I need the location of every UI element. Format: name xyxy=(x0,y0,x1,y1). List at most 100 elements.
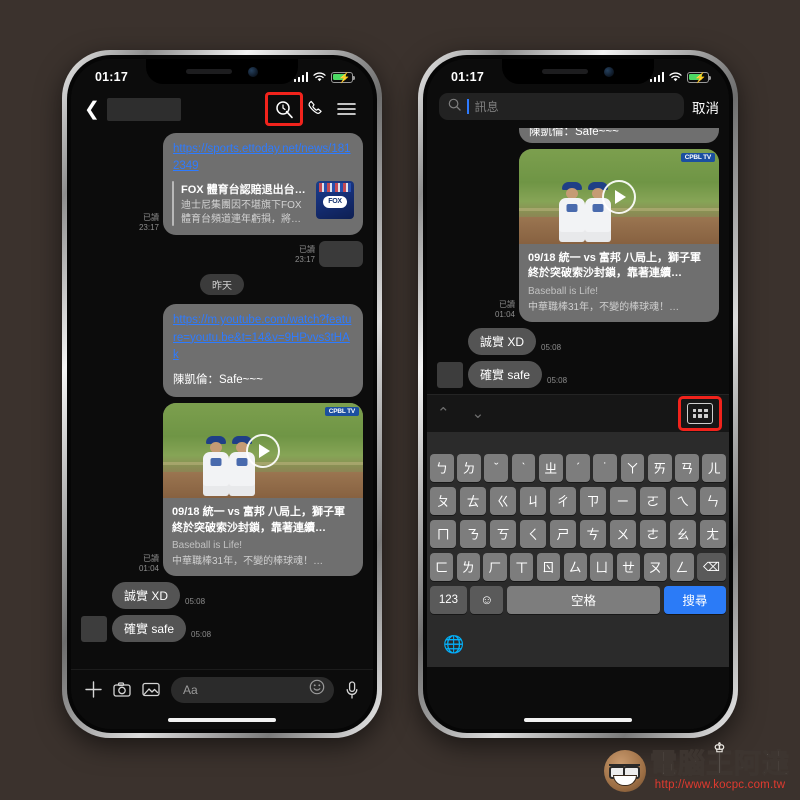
key[interactable]: ㄦ xyxy=(702,453,727,482)
key[interactable]: ㄝ xyxy=(616,552,641,581)
key[interactable]: ㄜ xyxy=(639,519,667,548)
key[interactable]: ㄕ xyxy=(549,519,577,548)
key[interactable]: ㄢ xyxy=(675,453,699,482)
day-divider: 昨天 xyxy=(81,274,363,296)
key[interactable]: ㄡ xyxy=(643,552,667,581)
key[interactable]: ㄆ xyxy=(429,486,457,515)
key[interactable]: ㄑ xyxy=(519,519,547,548)
site-watermark: ♔ 電腦王阿達 http://www.kocpc.com.tw xyxy=(604,741,790,792)
key[interactable]: ㄙ xyxy=(563,552,587,581)
glasses-icon xyxy=(609,764,640,779)
image-gallery-icon[interactable] xyxy=(142,682,160,697)
chevron-down-icon[interactable]: ⌄ xyxy=(472,404,485,422)
keyboard-row-1: ㄅ ㄉ ˇ ˋ ㄓ ˊ ˙ ㄚ ㄞ ㄢ ㄦ xyxy=(429,453,727,482)
smiley-icon[interactable] xyxy=(309,679,325,700)
key[interactable]: ㄍ xyxy=(489,486,517,515)
key[interactable]: ㄤ xyxy=(699,519,727,548)
link-preview-card[interactable]: https://sports.ettoday.net/news/1812349 … xyxy=(163,133,363,236)
key[interactable]: ㄞ xyxy=(647,453,672,482)
key[interactable]: ㄠ xyxy=(669,519,697,548)
chat-message-list[interactable]: 已讀 23:17 https://sports.ettoday.net/news… xyxy=(71,129,373,669)
play-button-icon[interactable] xyxy=(246,433,280,468)
left-status-indicators: ⚡ xyxy=(293,71,356,84)
key[interactable]: ㄐ xyxy=(519,486,547,515)
contact-name-redacted xyxy=(107,97,181,121)
key[interactable]: ㄧ xyxy=(609,486,637,515)
right-phone-device: 01:17 ⚡ 訊息 取消 陳凱倫：Safe~~~ 已讀 01:04 CPBL … xyxy=(418,50,738,738)
key[interactable]: ㄘ xyxy=(579,519,607,548)
key[interactable]: ㄉ xyxy=(457,453,481,482)
left-phone-bezel: 01:17 ⚡ ❮ 已讀 23:17 https://sports.ettoda… xyxy=(67,55,377,733)
key[interactable]: ㄩ xyxy=(590,552,614,581)
key[interactable]: ㄋ xyxy=(459,519,487,548)
key[interactable]: ㄚ xyxy=(620,453,645,482)
key[interactable]: ˇ xyxy=(484,453,509,482)
link-url[interactable]: https://sports.ettoday.net/news/1812349 xyxy=(173,143,351,172)
video-title: 09/18 統一 vs 富邦 八局上，獅子軍終於突破索沙封鎖，靠著連續… xyxy=(528,252,701,280)
read-status: 已讀 xyxy=(299,245,315,255)
play-button-icon[interactable] xyxy=(602,179,636,214)
key[interactable]: ㄛ xyxy=(639,486,667,515)
message-row-video-card: 已讀 01:04 CPBL TV 09/18 統一 vs 富邦 八局上，獅子軍終… xyxy=(81,403,363,577)
hamburger-menu-icon[interactable] xyxy=(331,94,361,124)
video-title: 09/18 統一 vs 富邦 八局上，獅子軍終於突破索沙封鎖，靠著連續… xyxy=(172,506,345,534)
smiley-icon[interactable]: ☺ xyxy=(470,585,504,614)
key[interactable]: ˋ xyxy=(511,453,536,482)
key[interactable]: ㄌ xyxy=(456,552,480,581)
key[interactable]: ㄎ xyxy=(489,519,517,548)
video-card-meta: 09/18 統一 vs 富邦 八局上，獅子軍終於突破索沙封鎖，靠著連續… Bas… xyxy=(519,244,719,322)
notch xyxy=(502,59,654,84)
numeric-key[interactable]: 123 xyxy=(430,585,467,614)
back-button[interactable]: ❮ xyxy=(81,100,103,119)
message-meta: 已讀 01:04 xyxy=(495,300,515,320)
key[interactable]: ㄒ xyxy=(510,552,534,581)
key[interactable]: ˊ xyxy=(566,453,590,482)
mouth-shape xyxy=(613,775,637,786)
link-url-text[interactable]: https://sports.ettoday.net/news/1812349 xyxy=(163,133,363,178)
chevron-up-icon[interactable]: ⌃ xyxy=(437,404,450,422)
home-indicator[interactable] xyxy=(524,718,632,722)
search-key[interactable]: 搜尋 xyxy=(663,585,726,614)
right-chat-area[interactable]: 陳凱倫：Safe~~~ 已讀 01:04 CPBL TV 09/18 統一 vs… xyxy=(427,127,729,729)
camera-icon[interactable] xyxy=(113,682,131,697)
backspace-icon[interactable]: ⌫ xyxy=(697,552,727,581)
key[interactable]: ㄏ xyxy=(483,552,507,581)
space-key[interactable]: 空格 xyxy=(506,585,661,614)
home-indicator[interactable] xyxy=(168,718,276,722)
key[interactable]: ㄥ xyxy=(670,552,694,581)
earpiece-speaker xyxy=(186,69,232,74)
key[interactable]: ㄓ xyxy=(538,453,563,482)
cancel-button[interactable]: 取消 xyxy=(692,97,719,117)
search-icon[interactable] xyxy=(265,92,303,126)
message-row-video-card: 已讀 01:04 CPBL TV 09/18 統一 vs 富邦 八局上，獅子軍終… xyxy=(437,149,719,322)
plus-icon[interactable] xyxy=(85,681,102,698)
video-thumbnail[interactable]: CPBL TV xyxy=(519,149,719,244)
microphone-icon[interactable] xyxy=(345,680,359,699)
key[interactable]: ㄗ xyxy=(579,486,607,515)
key[interactable]: ㄅ xyxy=(429,453,454,482)
avatar[interactable] xyxy=(81,616,107,643)
zhuyin-keyboard[interactable]: ㄅ ㄉ ˇ ˋ ㄓ ˊ ˙ ㄚ ㄞ ㄢ ㄦ ㄆ ㄊ ㄍ ㄐ ㄔ ㄗ ㄧ ㄛ ㄟ … xyxy=(427,431,729,623)
key[interactable]: ㄖ xyxy=(536,552,560,581)
message-row-incoming-group: 誠實 XD 05:08 確實 safe 05:08 xyxy=(437,327,719,388)
video-preview-card[interactable]: CPBL TV 09/18 統一 vs 富邦 八局上，獅子軍終於突破索沙封鎖，靠… xyxy=(163,403,363,577)
key[interactable]: ˙ xyxy=(593,453,618,482)
key[interactable]: ㄟ xyxy=(669,486,697,515)
message-bubble-outgoing[interactable]: https://m.youtube.com/watch?feature=yout… xyxy=(163,304,363,398)
search-input[interactable]: 訊息 xyxy=(439,93,684,120)
avatar[interactable] xyxy=(437,361,463,388)
keyboard-grid-icon[interactable] xyxy=(687,402,713,424)
right-message-list[interactable]: 陳凱倫：Safe~~~ 已讀 01:04 CPBL TV 09/18 統一 vs… xyxy=(427,127,729,388)
video-thumbnail[interactable]: CPBL TV xyxy=(163,403,363,499)
message-text-input[interactable]: Aa xyxy=(171,676,334,703)
phone-icon[interactable] xyxy=(301,94,331,124)
globe-icon[interactable]: 🌐 xyxy=(443,635,464,655)
key[interactable]: ㄔ xyxy=(549,486,577,515)
key[interactable]: ㄊ xyxy=(459,486,487,515)
key[interactable]: ㄈ xyxy=(429,552,454,581)
youtube-link[interactable]: https://m.youtube.com/watch?feature=yout… xyxy=(173,314,351,361)
key[interactable]: ㄇ xyxy=(429,519,457,548)
key[interactable]: ㄣ xyxy=(699,486,727,515)
key[interactable]: ㄨ xyxy=(609,519,637,548)
video-preview-card[interactable]: CPBL TV 09/18 統一 vs 富邦 八局上，獅子軍終於突破索沙封鎖，靠… xyxy=(519,149,719,322)
